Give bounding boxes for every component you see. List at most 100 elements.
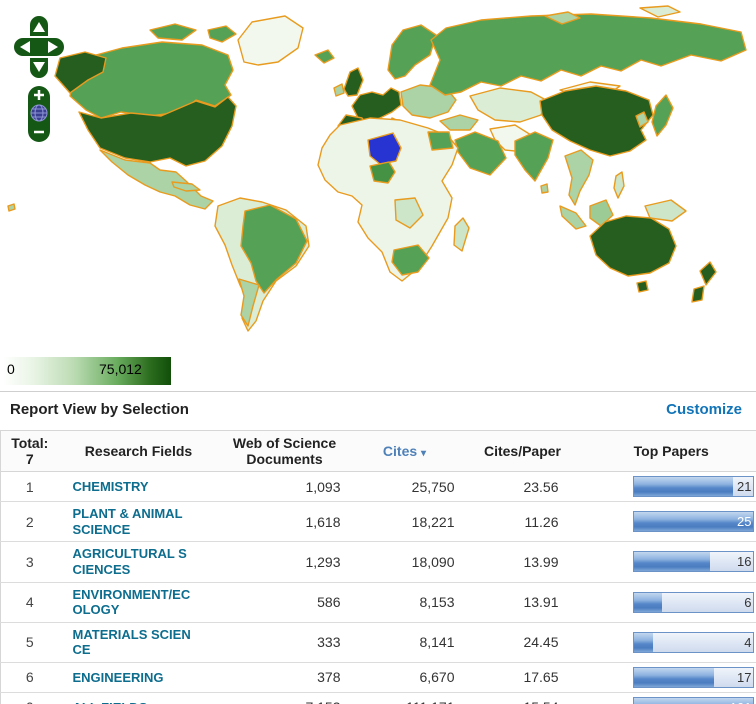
row-rank: 5 bbox=[1, 622, 59, 662]
country[interactable] bbox=[428, 132, 453, 150]
col-header-cites-per-paper[interactable]: Cites/Paper bbox=[459, 431, 587, 472]
row-cites: 8,153 bbox=[351, 582, 459, 622]
top-papers-bar-fill bbox=[634, 593, 663, 612]
report-table: Total: 7 Research Fields Web of Science … bbox=[0, 431, 756, 704]
row-rank: 1 bbox=[1, 472, 59, 502]
country[interactable] bbox=[590, 216, 676, 276]
legend-gradient: 0 75,012 bbox=[3, 357, 171, 385]
top-papers-bar: 101 bbox=[633, 697, 754, 704]
research-field-link[interactable]: ENVIRONMENT/ECOLOGY bbox=[73, 587, 193, 618]
top-papers-value: 6 bbox=[744, 595, 751, 610]
sort-desc-icon: ▾ bbox=[421, 448, 426, 459]
top-papers-bar-fill bbox=[634, 668, 715, 687]
top-papers-value: 25 bbox=[737, 514, 751, 529]
col-header-wos-documents[interactable]: Web of Science Documents bbox=[219, 431, 351, 472]
country[interactable] bbox=[344, 68, 363, 96]
country[interactable] bbox=[150, 24, 196, 40]
top-papers-value: 16 bbox=[737, 554, 751, 569]
country[interactable] bbox=[560, 206, 586, 229]
country[interactable] bbox=[540, 86, 653, 156]
row-cites-per-paper: 11.26 bbox=[459, 502, 587, 542]
row-rank: 6 bbox=[1, 662, 59, 692]
country[interactable] bbox=[692, 286, 704, 302]
top-papers-value: 4 bbox=[744, 635, 751, 650]
research-field-link[interactable]: MATERIALS SCIENCE bbox=[73, 627, 193, 658]
table-row: 3 AGRICULTURAL SCIENCES 1,293 18,090 13.… bbox=[1, 542, 756, 582]
row-docs: 333 bbox=[219, 622, 351, 662]
row-docs: 7,153 bbox=[219, 692, 351, 704]
country[interactable] bbox=[440, 115, 478, 130]
top-papers-bar-fill bbox=[634, 477, 734, 496]
country[interactable] bbox=[700, 262, 716, 285]
country[interactable] bbox=[637, 281, 648, 292]
row-cites: 18,221 bbox=[351, 502, 459, 542]
row-cites-per-paper: 23.56 bbox=[459, 472, 587, 502]
country[interactable] bbox=[8, 204, 15, 211]
row-cites: 8,141 bbox=[351, 622, 459, 662]
pan-control[interactable] bbox=[13, 15, 65, 79]
top-papers-value: 101 bbox=[730, 700, 752, 704]
top-papers-bar-fill bbox=[634, 552, 710, 571]
top-papers-bar: 17 bbox=[633, 667, 754, 688]
research-field-link[interactable]: CHEMISTRY bbox=[73, 479, 149, 495]
top-papers-bar: 6 bbox=[633, 592, 754, 613]
research-field-link[interactable]: ENGINEERING bbox=[73, 670, 164, 686]
table-row: 2 PLANT & ANIMAL SCIENCE 1,618 18,221 11… bbox=[1, 502, 756, 542]
country[interactable] bbox=[565, 150, 593, 205]
country[interactable] bbox=[388, 25, 436, 79]
country[interactable] bbox=[470, 88, 546, 122]
choropleth-map-section: 0 75,012 bbox=[0, 0, 756, 392]
row-cites-per-paper: 13.91 bbox=[459, 582, 587, 622]
country[interactable] bbox=[652, 95, 673, 136]
row-docs: 1,093 bbox=[219, 472, 351, 502]
country[interactable] bbox=[541, 184, 548, 193]
legend-min-label: 0 bbox=[7, 361, 15, 377]
country[interactable] bbox=[315, 50, 334, 63]
research-field-link[interactable]: ALL FIELDS bbox=[73, 700, 148, 704]
table-row: 0 ALL FIELDS 7,153 111,171 15.54 101 bbox=[1, 692, 756, 704]
table-row: 6 ENGINEERING 378 6,670 17.65 17 bbox=[1, 662, 756, 692]
col-header-research-fields[interactable]: Research Fields bbox=[59, 431, 219, 472]
row-rank: 0 bbox=[1, 692, 59, 704]
country[interactable] bbox=[454, 218, 469, 251]
top-papers-bar-fill bbox=[634, 512, 753, 531]
zoom-control[interactable] bbox=[28, 86, 50, 142]
col-header-cites[interactable]: Cites ▾ bbox=[351, 431, 459, 472]
row-docs: 378 bbox=[219, 662, 351, 692]
top-papers-value: 17 bbox=[737, 670, 751, 685]
row-rank: 4 bbox=[1, 582, 59, 622]
table-row: 1 CHEMISTRY 1,093 25,750 23.56 21 bbox=[1, 472, 756, 502]
top-papers-value: 21 bbox=[737, 479, 751, 494]
row-docs: 1,293 bbox=[219, 542, 351, 582]
country[interactable] bbox=[238, 16, 303, 65]
research-field-link[interactable]: AGRICULTURAL SCIENCES bbox=[73, 546, 193, 577]
customize-link[interactable]: Customize bbox=[666, 401, 742, 418]
research-field-link[interactable]: PLANT & ANIMAL SCIENCE bbox=[73, 506, 193, 537]
world-map[interactable] bbox=[0, 0, 756, 350]
top-papers-bar: 16 bbox=[633, 551, 754, 572]
row-cites: 111,171 bbox=[351, 692, 459, 704]
legend-max-label: 75,012 bbox=[99, 361, 142, 377]
globe-icon[interactable] bbox=[31, 105, 47, 121]
country[interactable] bbox=[334, 84, 344, 96]
total-label: Total: bbox=[3, 435, 57, 451]
row-cites-per-paper: 13.99 bbox=[459, 542, 587, 582]
top-papers-bar: 4 bbox=[633, 632, 754, 653]
table-row: 5 MATERIALS SCIENCE 333 8,141 24.45 4 bbox=[1, 622, 756, 662]
row-docs: 586 bbox=[219, 582, 351, 622]
row-cites-per-paper: 15.54 bbox=[459, 692, 587, 704]
country[interactable] bbox=[640, 6, 680, 17]
row-rank: 2 bbox=[1, 502, 59, 542]
country[interactable] bbox=[614, 172, 624, 198]
table-row: 4 ENVIRONMENT/ECOLOGY 586 8,153 13.91 6 bbox=[1, 582, 756, 622]
col-header-top-papers[interactable]: Top Papers bbox=[587, 431, 756, 472]
country[interactable] bbox=[515, 132, 553, 181]
table-header-row: Total: 7 Research Fields Web of Science … bbox=[1, 431, 756, 472]
map-controls bbox=[0, 0, 80, 150]
row-cites: 25,750 bbox=[351, 472, 459, 502]
row-cites: 6,670 bbox=[351, 662, 459, 692]
country[interactable] bbox=[208, 26, 236, 42]
row-docs: 1,618 bbox=[219, 502, 351, 542]
top-papers-bar: 25 bbox=[633, 511, 754, 532]
top-papers-bar-fill bbox=[634, 633, 653, 652]
